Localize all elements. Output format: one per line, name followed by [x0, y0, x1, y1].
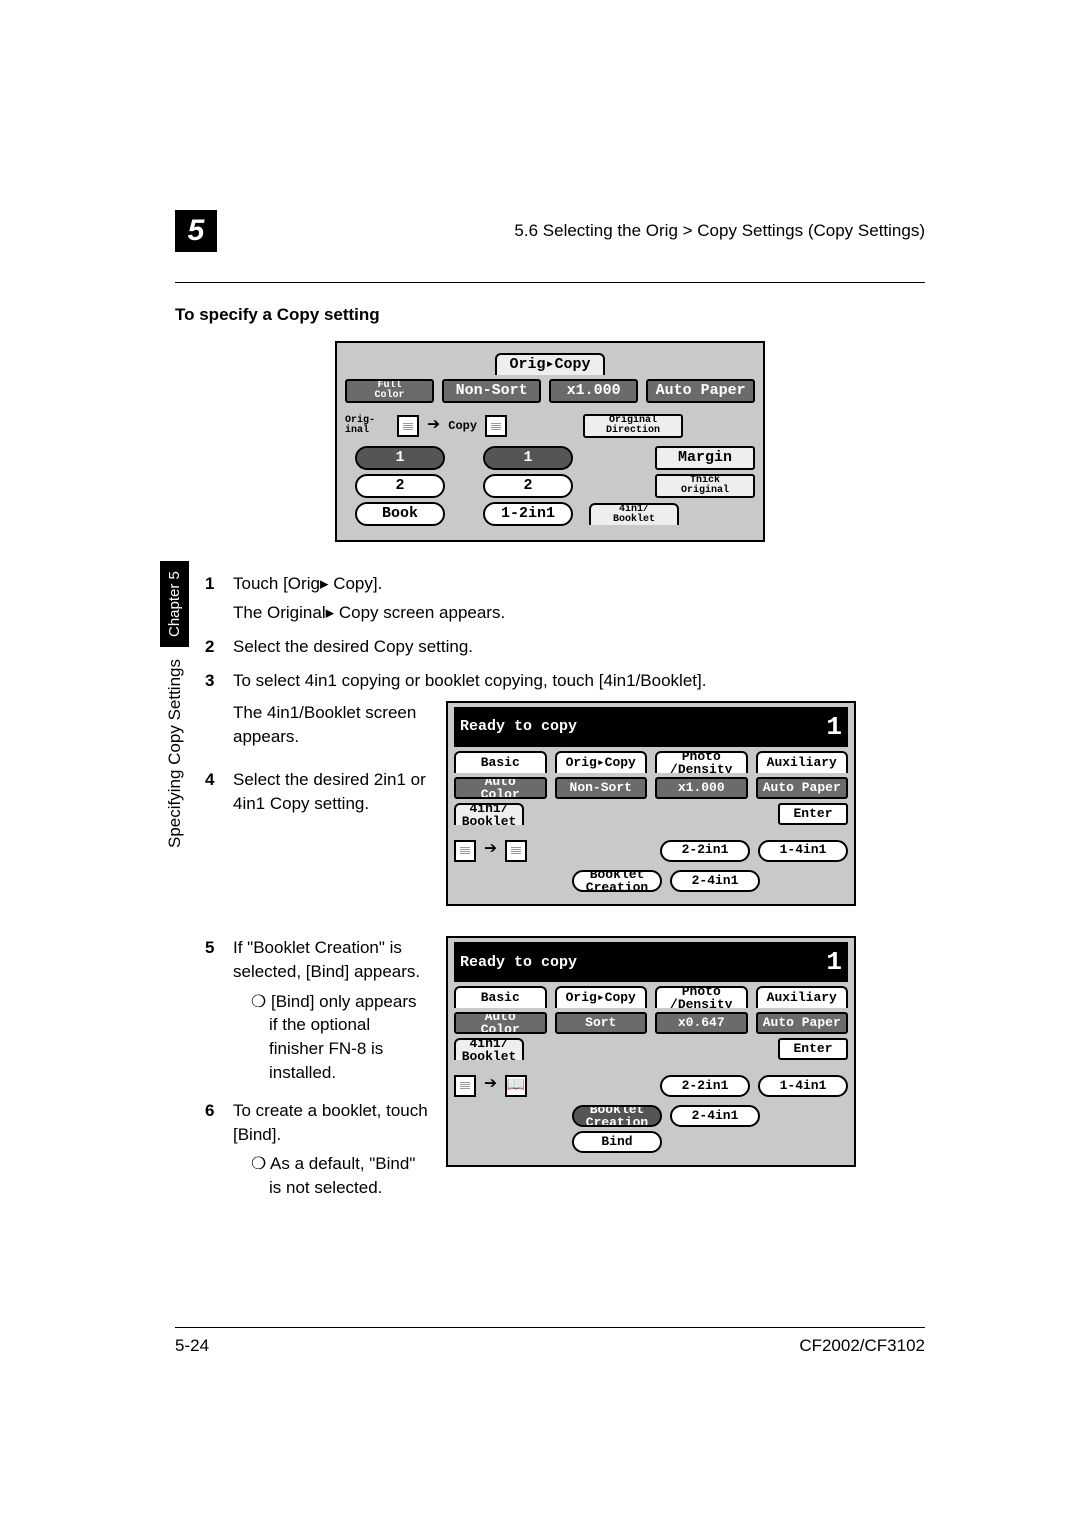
copy-count: 1 [826, 944, 842, 980]
sort-button[interactable]: Sort [555, 1012, 648, 1034]
step-5-text: If "Booklet Creation" is selected, [Bind… [233, 936, 428, 984]
step-3-text: To select 4in1 copying or booklet copyin… [233, 669, 925, 693]
section-title: To specify a Copy setting [175, 303, 925, 327]
two-four-button[interactable]: 2-4in1 [670, 870, 760, 892]
step-number: 4 [205, 768, 233, 816]
step-1-sub-b: Copy screen appears. [339, 603, 505, 622]
page-footer: 5-24 CF2002/CF3102 [175, 1327, 925, 1358]
zoom-button[interactable]: x0.647 [655, 1012, 748, 1034]
step-2-text: Select the desired Copy setting. [233, 635, 925, 659]
step-number: 2 [205, 635, 233, 659]
steps-list: 1 Touch [Orig▸ Copy]. The Original▸ Copy… [205, 572, 925, 1204]
panel-title: Ready to copy [460, 716, 577, 737]
copy-label: Copy [448, 418, 477, 435]
page-icon [454, 1075, 476, 1097]
model-label: CF2002/CF3102 [799, 1334, 925, 1358]
booklet-panel-b: Ready to copy 1 Basic Orig▸Copy Photo /D… [446, 936, 856, 1167]
step-6-text: To create a booklet, touch [Bind]. [233, 1099, 428, 1147]
step-number: 1 [205, 572, 233, 626]
two-four-button[interactable]: 2-4in1 [670, 1105, 760, 1127]
tab-photo-density[interactable]: Photo /Density [655, 751, 748, 773]
two-two-button[interactable]: 2-2in1 [660, 1075, 750, 1097]
copy-count: 1 [826, 709, 842, 745]
booklet-subtab[interactable]: 4in1/ Booklet [454, 1038, 524, 1060]
tab-photo-density[interactable]: Photo /Density [655, 986, 748, 1008]
panel-title: Ready to copy [460, 952, 577, 973]
step-1-text-b: Copy]. [333, 574, 382, 593]
step-number: 6 [205, 1099, 233, 1204]
zoom-button[interactable]: x1.000 [549, 379, 638, 403]
step-4-text: Select the desired 2in1 or 4in1 Copy set… [233, 768, 428, 816]
one-four-button[interactable]: 1-4in1 [758, 1075, 848, 1097]
arrow-icon: ➔ [484, 835, 497, 866]
original-direction-button[interactable]: Original Direction [583, 414, 683, 438]
auto-color-button[interactable]: Auto Color [454, 1012, 547, 1034]
copy-2-button[interactable]: 2 [483, 474, 573, 498]
auto-paper-button[interactable]: Auto Paper [756, 1012, 849, 1034]
orig-copy-panel: Orig▸Copy Full Color Non-Sort x1.000 Aut… [335, 341, 765, 542]
step-1-text-a: Touch [Orig [233, 574, 320, 593]
side-tab-chapter: Chapter 5 [160, 561, 189, 647]
full-color-button[interactable]: Full Color [345, 379, 434, 403]
non-sort-button[interactable]: Non-Sort [442, 379, 541, 403]
orig-1-button[interactable]: 1 [355, 446, 445, 470]
one-two-button[interactable]: 1-2in1 [483, 502, 573, 526]
copy-1-button[interactable]: 1 [483, 446, 573, 470]
step-6-bullet: As a default, "Bind" is not selected. [251, 1152, 428, 1200]
book-button[interactable]: Book [355, 502, 445, 526]
orig-2-button[interactable]: 2 [355, 474, 445, 498]
step-5-bullet: [Bind] only appears if the optional fini… [251, 990, 428, 1085]
page-header: 5 5.6 Selecting the Orig > Copy Settings… [175, 210, 925, 252]
tab-orig-copy[interactable]: Orig▸Copy [555, 751, 648, 773]
booklet-icon: 📖 [505, 1075, 527, 1097]
margin-button[interactable]: Margin [655, 446, 755, 470]
booklet-tab[interactable]: 4in1/ Booklet [589, 503, 679, 525]
non-sort-button[interactable]: Non-Sort [555, 777, 648, 799]
page-number: 5-24 [175, 1334, 209, 1358]
side-tab-label: Specifying Copy Settings [163, 659, 187, 848]
bind-button[interactable]: Bind [572, 1131, 662, 1153]
page-icon-2 [485, 415, 507, 437]
one-four-button[interactable]: 1-4in1 [758, 840, 848, 862]
arrow-icon: ➔ [427, 411, 440, 442]
booklet-subtab[interactable]: 4in1/ Booklet [454, 803, 524, 825]
page-icon [397, 415, 419, 437]
two-two-button[interactable]: 2-2in1 [660, 840, 750, 862]
booklet-creation-button[interactable]: Booklet Creation [572, 1105, 662, 1127]
booklet-creation-button[interactable]: Booklet Creation [572, 870, 662, 892]
tab-auxiliary[interactable]: Auxiliary [756, 751, 849, 773]
chapter-number-badge: 5 [175, 210, 217, 252]
page-icon [505, 840, 527, 862]
tab-orig-copy[interactable]: Orig▸Copy [495, 353, 605, 375]
original-label: Orig- inal [345, 416, 389, 436]
header-rule [175, 282, 925, 283]
side-tab: Specifying Copy Settings Chapter 5 [160, 561, 189, 848]
page-icon [454, 840, 476, 862]
enter-button[interactable]: Enter [778, 803, 848, 825]
tab-auxiliary[interactable]: Auxiliary [756, 986, 849, 1008]
step-3-sub: The 4in1/Booklet screen appears. [233, 701, 428, 749]
tab-basic[interactable]: Basic [454, 751, 547, 773]
step-1-sub-a: The Original [233, 603, 326, 622]
header-breadcrumb: 5.6 Selecting the Orig > Copy Settings (… [514, 219, 925, 243]
zoom-button[interactable]: x1.000 [655, 777, 748, 799]
tab-orig-copy[interactable]: Orig▸Copy [555, 986, 648, 1008]
auto-color-button[interactable]: Auto Color [454, 777, 547, 799]
booklet-panel-a: Ready to copy 1 Basic Orig▸Copy Photo /D… [446, 701, 856, 906]
auto-paper-button[interactable]: Auto Paper [646, 379, 755, 403]
tab-basic[interactable]: Basic [454, 986, 547, 1008]
auto-paper-button[interactable]: Auto Paper [756, 777, 849, 799]
enter-button[interactable]: Enter [778, 1038, 848, 1060]
arrow-icon: ➔ [484, 1070, 497, 1101]
thick-original-button[interactable]: Thick Original [655, 474, 755, 498]
